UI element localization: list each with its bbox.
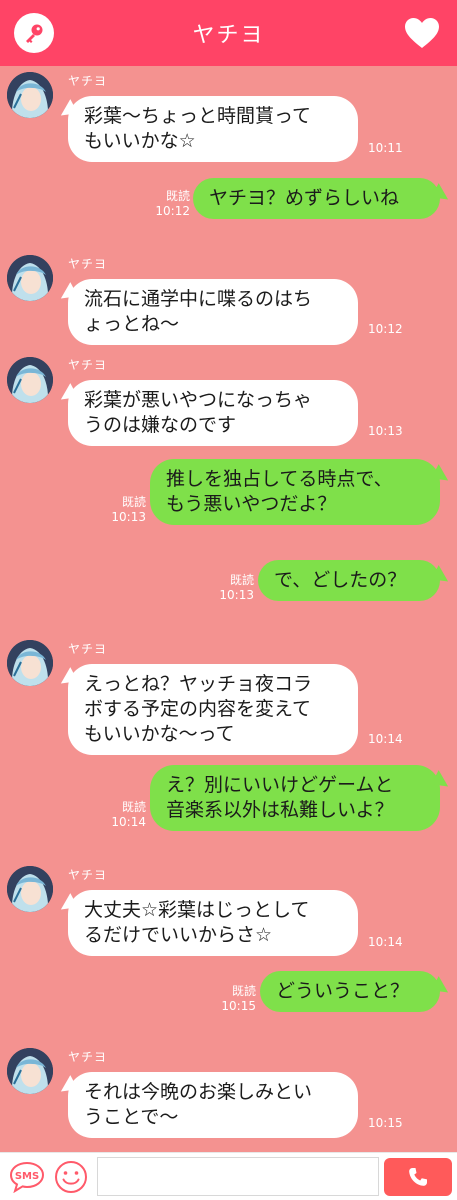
read-label: 既読 — [121, 800, 146, 814]
read-receipt: 既読 10:13 — [214, 573, 254, 603]
avatar[interactable] — [7, 255, 53, 301]
read-label: 既読 — [121, 495, 146, 509]
message-time: 10:15 — [221, 999, 256, 1013]
avatar-icon — [7, 255, 53, 301]
outgoing-message-bubble[interactable]: ヤチヨ？めずらしいね — [193, 178, 440, 219]
phone-icon — [409, 1168, 427, 1186]
incoming-message-bubble[interactable]: えっとね？ヤッチョ夜コラ ボする予定の内容を変えて もいいかな〜って — [68, 664, 358, 755]
avatar[interactable] — [7, 72, 53, 118]
read-receipt: 既読 10:14 — [106, 800, 146, 830]
message-time: 10:15 — [368, 1116, 403, 1130]
avatar-icon — [7, 640, 53, 686]
sender-name: ヤチヨ — [68, 868, 108, 882]
message-time: 10:11 — [368, 141, 403, 155]
emoji-button[interactable] — [54, 1160, 88, 1194]
call-button[interactable] — [384, 1158, 452, 1196]
message-time: 10:14 — [111, 815, 146, 829]
message-composer: SMS — [0, 1152, 457, 1200]
read-label: 既読 — [165, 189, 190, 203]
key-icon — [26, 24, 43, 43]
outgoing-message-bubble[interactable]: え？別にいいけどゲームと 音楽系以外は私難しいよ？ — [150, 765, 440, 831]
smile-icon — [55, 1161, 87, 1193]
outgoing-message-bubble[interactable]: どういうこと？ — [260, 971, 440, 1012]
favorite-button[interactable] — [403, 14, 441, 52]
incoming-message-bubble[interactable]: 彩葉が悪いやつになっちゃ うのは嫌なのです — [68, 380, 358, 446]
avatar-icon — [7, 72, 53, 118]
avatar[interactable] — [7, 357, 53, 403]
read-label: 既読 — [231, 984, 256, 998]
app-header: ヤチヨ — [0, 0, 457, 66]
incoming-message-bubble[interactable]: それは今晩のお楽しみとい うことで〜 — [68, 1072, 358, 1138]
sender-name: ヤチヨ — [68, 1050, 108, 1064]
avatar-icon — [7, 866, 53, 912]
outgoing-message-bubble[interactable]: で、どしたの？ — [258, 560, 440, 601]
avatar[interactable] — [7, 1048, 53, 1094]
heart-icon — [405, 18, 439, 48]
sender-name: ヤチヨ — [68, 257, 108, 271]
key-button[interactable] — [14, 13, 54, 53]
incoming-message-bubble[interactable]: 彩葉〜ちょっと時間貰って もいいかな☆ — [68, 96, 358, 162]
sender-name: ヤチヨ — [68, 358, 108, 372]
message-time: 10:12 — [155, 204, 190, 218]
avatar-icon — [7, 1048, 53, 1094]
avatar-icon — [7, 357, 53, 403]
avatar[interactable] — [7, 866, 53, 912]
read-receipt: 既読 10:12 — [150, 189, 190, 219]
message-time: 10:12 — [368, 322, 403, 336]
message-input[interactable] — [97, 1157, 379, 1196]
sender-name: ヤチヨ — [68, 74, 108, 88]
read-receipt: 既読 10:15 — [216, 984, 256, 1014]
message-time: 10:13 — [111, 510, 146, 524]
sms-label: SMS — [15, 1171, 39, 1182]
incoming-message-bubble[interactable]: 大丈夫☆彩葉はじっとして るだけでいいからさ☆ — [68, 890, 358, 956]
avatar[interactable] — [7, 640, 53, 686]
outgoing-message-bubble[interactable]: 推しを独占してる時点で、 もう悪いやつだよ？ — [150, 459, 440, 525]
chat-log[interactable]: ヤチヨ 彩葉〜ちょっと時間貰って もいいかな☆ 10:11 既読 10:12 ヤ… — [0, 66, 457, 1152]
message-time: 10:13 — [368, 424, 403, 438]
sender-name: ヤチヨ — [68, 642, 108, 656]
sms-icon: SMS — [9, 1161, 45, 1194]
incoming-message-bubble[interactable]: 流石に通学中に喋るのはち ょっとね〜 — [68, 279, 358, 345]
message-time: 10:14 — [368, 732, 403, 746]
read-label: 既読 — [229, 573, 254, 587]
message-time: 10:14 — [368, 935, 403, 949]
chat-title: ヤチヨ — [192, 23, 265, 48]
sms-button[interactable]: SMS — [9, 1161, 45, 1194]
message-time: 10:13 — [219, 588, 254, 602]
read-receipt: 既読 10:13 — [106, 495, 146, 525]
